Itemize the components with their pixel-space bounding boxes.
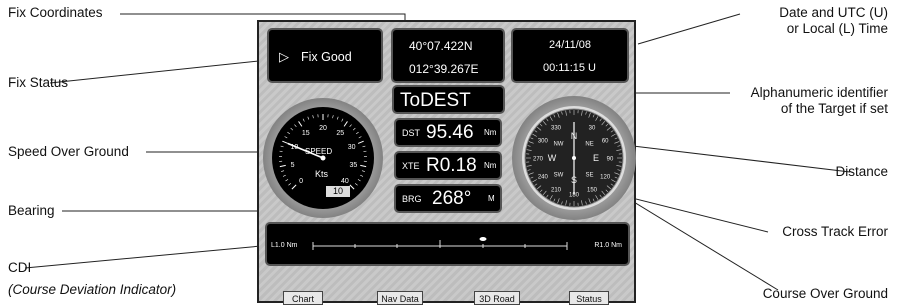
- callout-distance: Distance: [835, 164, 888, 179]
- brg-value: 268°: [432, 188, 472, 209]
- callout-alnum-id: Alphanumeric identifier of the Target if…: [751, 85, 888, 117]
- fix-status-value: Fix Good: [301, 50, 352, 64]
- compass-cardinal-label: W: [548, 153, 557, 163]
- dst-value: 95.46: [426, 122, 474, 143]
- callout-fix-coordinates: Fix Coordinates: [8, 5, 103, 20]
- date-value: 24/11/08: [549, 39, 592, 51]
- brg-unit: M: [488, 194, 495, 203]
- compass-degree-label: 30: [589, 125, 596, 131]
- tab-3d-road[interactable]: 3D Road: [474, 291, 520, 305]
- compass-degree-label: 60: [602, 139, 609, 145]
- callout-alnum-line1: Alphanumeric identifier: [750, 85, 888, 100]
- compass-degree-label: 120: [600, 175, 611, 181]
- annotated-screenshot: Fix Coordinates Fix Status Speed Over Gr…: [0, 0, 898, 307]
- speed-gauge-title: SPEED: [305, 147, 333, 156]
- target-id-value: ToDEST: [400, 90, 471, 111]
- compass-cardinal-label: SE: [586, 173, 594, 179]
- tab-status[interactable]: Status: [569, 291, 609, 305]
- dst-label: DST: [402, 128, 420, 138]
- compass-degree-label: 240: [538, 175, 549, 181]
- compass-cardinal-label: SW: [554, 173, 564, 179]
- compass-cardinal-label: NE: [585, 141, 593, 147]
- callout-cross-track-error: Cross Track Error: [782, 224, 888, 239]
- speed-tick-label: 15: [302, 130, 310, 137]
- callout-date-utc-line1: Date and UTC (U): [779, 5, 888, 20]
- callout-bearing: Bearing: [8, 203, 55, 218]
- compass-face: NNEESESSWWNW3060901201501802102402703003…: [522, 106, 626, 210]
- speed-tick-label: 20: [319, 125, 327, 132]
- compass-degree-label: 330: [551, 125, 562, 131]
- speed-tick-label: 5: [291, 162, 295, 169]
- callout-date-utc: Date and UTC (U) or Local (L) Time: [779, 5, 888, 37]
- callout-date-utc-line2: or Local (L) Time: [786, 21, 888, 36]
- longitude-value: 012°39.267E: [409, 62, 479, 76]
- compass-degree-label: 210: [551, 188, 562, 194]
- speed-tick-label: 25: [336, 130, 344, 137]
- callout-cdi-sub: (Course Deviation Indicator): [8, 282, 177, 297]
- fix-coordinates-box: 40°07.422N 012°39.267E: [391, 28, 505, 83]
- speed-tick-label: 40: [341, 178, 349, 185]
- course-over-ground-gauge: NNEESESSWWNW3060901201501802102402703003…: [512, 96, 636, 220]
- compass-degree-label: 150: [587, 188, 598, 194]
- brg-label: BRG: [402, 194, 422, 204]
- compass-cardinal-label: NW: [553, 141, 563, 147]
- dst-unit: Nm: [484, 128, 497, 137]
- speed-tick-label: 30: [348, 144, 356, 151]
- speed-gauge-face: 0 5 10 15 20 25 30 35 40 SPEED Kts 10: [272, 107, 374, 209]
- cross-track-error-box: XTE R0.18 Nm: [394, 151, 502, 180]
- fix-status-box: ▷ Fix Good: [267, 28, 383, 83]
- target-id-box: ToDEST: [392, 85, 505, 114]
- xte-unit: Nm: [484, 161, 497, 170]
- speed-gauge-dial: 0510152025303540: [279, 114, 367, 190]
- cdi-scale: [312, 237, 568, 250]
- latitude-value: 40°07.422N: [409, 39, 473, 53]
- callout-course-over-ground: Course Over Ground: [762, 286, 888, 301]
- speed-tick-label: 35: [350, 162, 358, 169]
- tab-nav-data[interactable]: Nav Data: [377, 291, 423, 305]
- cdi-boat-marker: [479, 237, 487, 241]
- distance-box: DST 95.46 Nm: [394, 118, 502, 147]
- speed-gauge-unit: Kts: [315, 169, 329, 179]
- date-time-box: 24/11/08 00:11:15 U: [511, 28, 629, 83]
- compass-dial: NNEESESSWWNW3060901201501802102402703003…: [524, 108, 624, 208]
- compass-cardinal-label: E: [593, 153, 599, 163]
- callout-fix-status: Fix Status: [8, 75, 69, 90]
- bearing-box: BRG 268° M: [394, 184, 502, 213]
- callout-alnum-line2: of the Target if set: [780, 101, 888, 116]
- time-value: 00:11:15 U: [543, 62, 597, 74]
- compass-degree-label: 270: [533, 157, 544, 163]
- cdi-box: L1.0 Nm R1.0 Nm: [265, 222, 630, 266]
- xte-value: R0.18: [426, 155, 477, 176]
- speed-gauge: 0 5 10 15 20 25 30 35 40 SPEED Kts 10: [263, 98, 383, 218]
- tab-chart[interactable]: Chart: [283, 291, 323, 305]
- compass-degree-label: 300: [538, 139, 549, 145]
- speed-readout: 10: [326, 186, 350, 197]
- callout-cdi: CDI: [8, 260, 32, 275]
- compass-degree-label: 90: [607, 157, 614, 163]
- speed-tick-label: 0: [299, 178, 303, 185]
- fix-arrow-icon: ▷: [279, 49, 289, 64]
- xte-label: XTE: [402, 161, 420, 171]
- nav-data-screen: ▷ Fix Good 40°07.422N 012°39.267E 24/11/…: [257, 20, 636, 305]
- callout-speed-over-ground: Speed Over Ground: [8, 144, 129, 159]
